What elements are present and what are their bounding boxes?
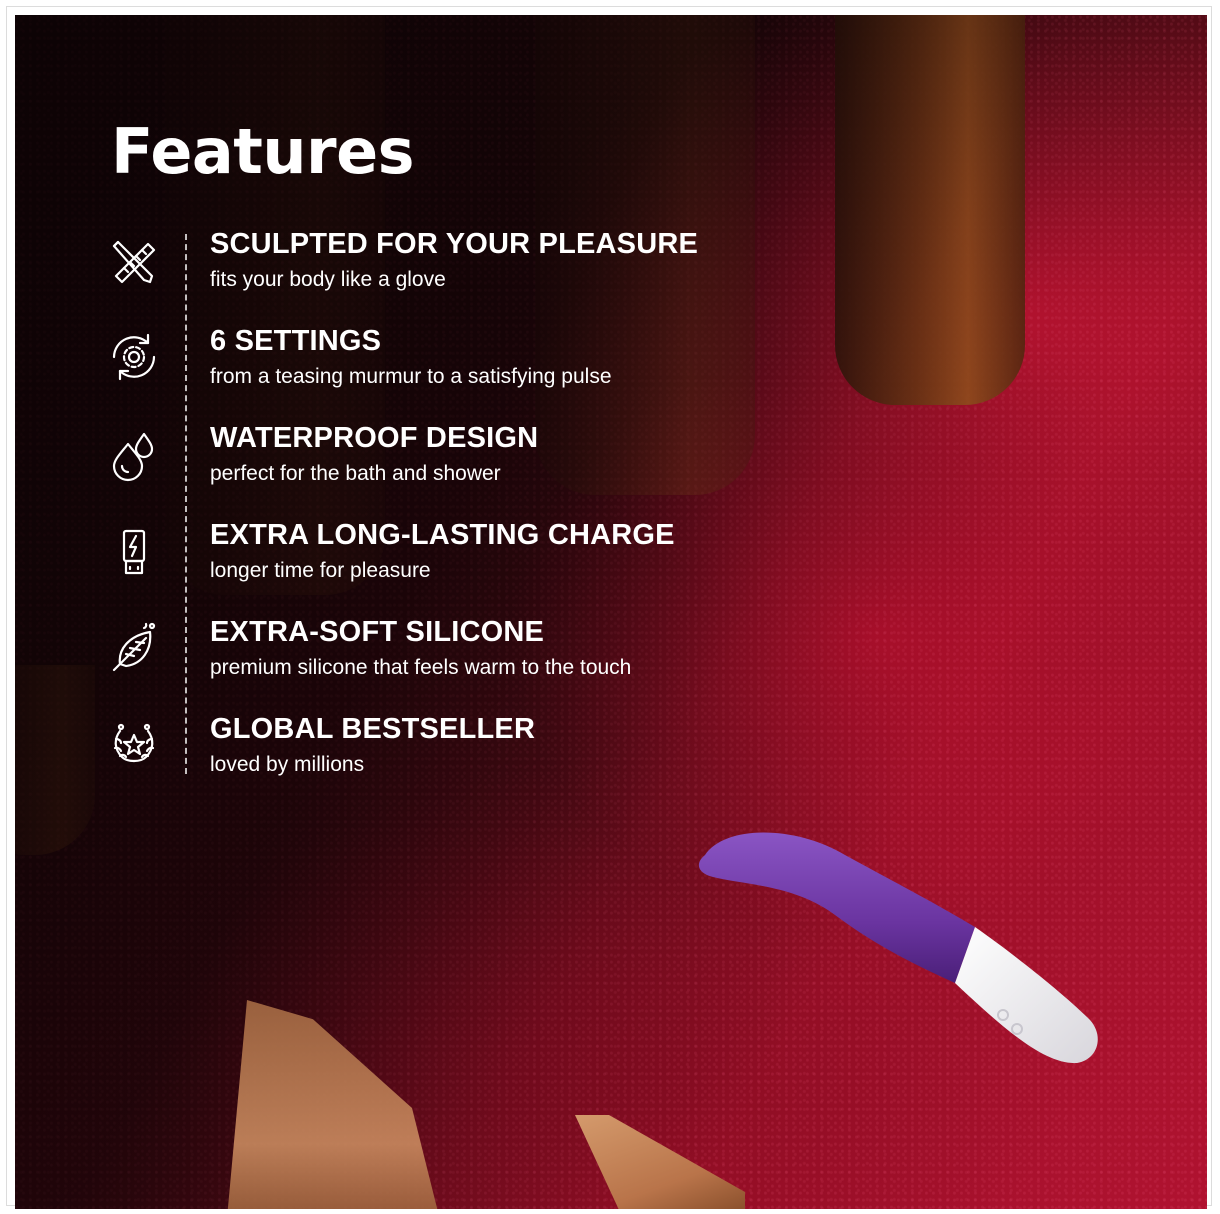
feature-description: loved by millions (210, 753, 365, 776)
feature-item: EXTRA-SOFT SILICONE premium silicone tha… (100, 616, 740, 706)
feature-item: WATERPROOF DESIGN perfect for the bath a… (100, 422, 740, 512)
feature-description: longer time for pleasure (210, 559, 431, 582)
feather-icon (106, 620, 162, 676)
feature-description: fits your body like a glove (210, 268, 446, 291)
laurel-star-icon (106, 717, 162, 773)
feature-description: from a teasing murmur to a satisfying pu… (210, 365, 612, 388)
page-title: Features (111, 115, 415, 188)
feature-item: GLOBAL BESTSELLER loved by millions (100, 713, 740, 803)
feature-heading: EXTRA LONG-LASTING CHARGE (210, 519, 675, 551)
feature-item: SCULPTED FOR YOUR PLEASURE fits your bod… (100, 228, 740, 318)
feature-heading: EXTRA-SOFT SILICONE (210, 616, 545, 648)
feature-description: perfect for the bath and shower (210, 462, 501, 485)
feature-item: 6 SETTINGS from a teasing murmur to a sa… (100, 325, 740, 415)
gear-cycle-icon (106, 329, 162, 385)
feature-item: EXTRA LONG-LASTING CHARGE longer time fo… (100, 519, 740, 609)
feature-heading: SCULPTED FOR YOUR PLEASURE (210, 228, 699, 260)
feature-description: premium silicone that feels warm to the … (210, 656, 632, 679)
feature-heading: WATERPROOF DESIGN (210, 422, 539, 454)
ruler-pencil-icon (106, 232, 162, 288)
feature-heading: GLOBAL BESTSELLER (210, 713, 536, 745)
water-drops-icon (106, 426, 162, 482)
feature-heading: 6 SETTINGS (210, 325, 382, 357)
product-vibrator (698, 832, 1098, 1064)
product-photo (15, 15, 1207, 1209)
usb-charge-icon (106, 523, 162, 579)
